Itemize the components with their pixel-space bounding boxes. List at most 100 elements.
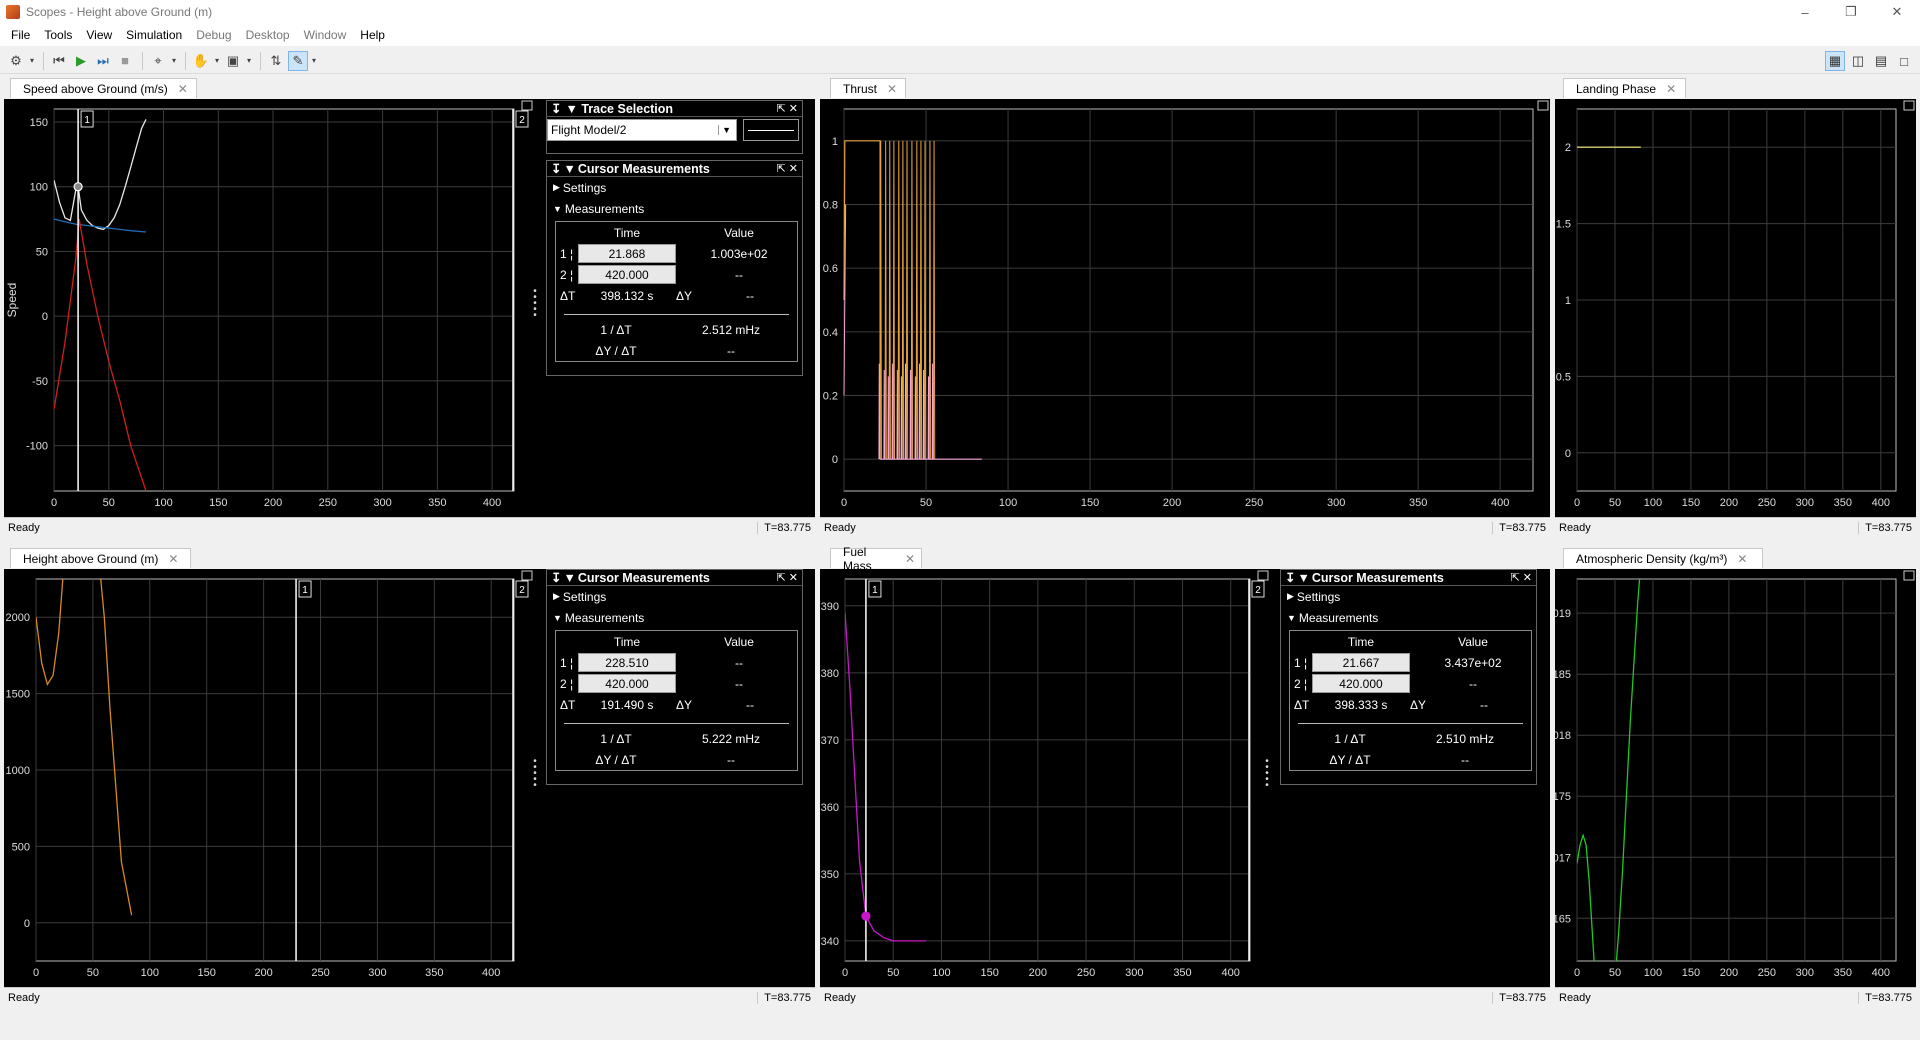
- tab-density[interactable]: Atmospheric Density (kg/m³) ✕: [1563, 548, 1763, 568]
- panel-close-icon[interactable]: ⇱ ✕: [777, 102, 799, 115]
- pin-icon[interactable]: ↧: [551, 161, 561, 176]
- delta-t-label: ΔT: [560, 288, 576, 303]
- collapse-handle-icon[interactable]: • • • • •: [531, 757, 539, 791]
- settings-gear-icon[interactable]: ⚙: [6, 51, 26, 71]
- dropdown-arrow-icon[interactable]: ▾: [170, 51, 178, 71]
- menu-help[interactable]: Help: [353, 28, 392, 42]
- panel-close-icon[interactable]: ⇱ ✕: [777, 571, 799, 584]
- pin-icon[interactable]: ↧: [1285, 570, 1295, 585]
- menu-desktop[interactable]: Desktop: [239, 28, 297, 42]
- dropdown-arrow-icon[interactable]: ▾: [245, 51, 253, 71]
- tab-speed[interactable]: Speed above Ground (m/s) ✕: [10, 78, 197, 98]
- tab-height[interactable]: Height above Ground (m) ✕: [10, 548, 191, 568]
- height-chart[interactable]: 0 50 100 150 200 250 300 350 400 0 500 1000 1500 2000…: [4, 569, 534, 987]
- menu-debug[interactable]: Debug: [189, 28, 238, 42]
- cursor-measurements-icon[interactable]: ✎: [288, 50, 308, 71]
- pan-hand-icon[interactable]: ✋: [191, 51, 211, 71]
- x-tick-label: 0: [842, 967, 848, 979]
- collapse-handle-icon[interactable]: • • • • •: [1263, 757, 1271, 791]
- measurements-section[interactable]: ▼ Measurements: [547, 607, 802, 628]
- panel-close-icon[interactable]: ⇱ ✕: [1511, 571, 1533, 584]
- zoom-fit-icon[interactable]: ▣: [223, 51, 243, 71]
- y-tick-label: -50: [32, 376, 48, 388]
- settings-section[interactable]: ▶ Settings: [547, 177, 802, 198]
- landing-phase-chart[interactable]: 0 50 100 150 200 250 300 350 400 0 0.5 1 1.5 2: [1555, 99, 1916, 517]
- measurements-label: Measurements: [564, 201, 645, 216]
- step-back-icon[interactable]: ⏮: [49, 51, 69, 71]
- collapse-arrow-icon[interactable]: ▼: [563, 162, 575, 176]
- tab-thrust[interactable]: Thrust ✕: [830, 78, 906, 98]
- menu-window[interactable]: Window: [297, 28, 354, 42]
- menu-tools[interactable]: Tools: [37, 28, 79, 42]
- collapse-arrow-icon: ▼: [553, 612, 562, 623]
- y-tick-label: 0: [42, 311, 48, 323]
- col-time-header: Time: [1347, 634, 1375, 649]
- close-tab-icon[interactable]: ✕: [1666, 82, 1676, 96]
- layout-columns-icon[interactable]: ◫: [1848, 51, 1868, 71]
- ratio-row: ΔY / ΔT --: [556, 340, 797, 361]
- stop-icon[interactable]: ■: [115, 51, 135, 71]
- thrust-panel: 0 50 100 150 200 250 300 350 400 0 0.2 0.4 0.6 0.8 1: [820, 99, 1550, 517]
- close-tab-icon[interactable]: ✕: [178, 82, 188, 96]
- chevron-down-icon[interactable]: ▼: [718, 125, 734, 135]
- step-forward-icon[interactable]: ⏭: [93, 51, 113, 71]
- close-tab-icon[interactable]: ✕: [887, 82, 897, 96]
- y-tick-label: 390: [821, 601, 839, 613]
- menu-view[interactable]: View: [79, 28, 119, 42]
- close-tab-icon[interactable]: ✕: [168, 552, 178, 566]
- x-tick-label: 150: [209, 497, 227, 509]
- dropdown-arrow-icon[interactable]: ▾: [28, 51, 36, 71]
- x-tick-label: 300: [1796, 497, 1814, 509]
- cursor1-time-input[interactable]: 21.868: [578, 244, 676, 263]
- trace-select-dropdown[interactable]: Flight Model/2 ▼: [547, 119, 737, 141]
- settings-section[interactable]: ▶ Settings: [547, 586, 802, 607]
- cursor2-time-input[interactable]: 420.000: [578, 265, 676, 284]
- y-tick-label: 0: [832, 454, 838, 466]
- speed-chart[interactable]: 0 50 100 150 200 250 300 350 400 -100 -50 0 50 100 150…: [4, 99, 534, 517]
- collapse-handle-icon[interactable]: • • • • •: [531, 287, 539, 321]
- cursor1-time-input[interactable]: 21.667: [1312, 653, 1410, 672]
- y-tick-label: 0.8: [823, 200, 838, 212]
- run-icon[interactable]: ▶: [71, 51, 91, 71]
- highlight-block-icon[interactable]: ⌖: [148, 51, 168, 71]
- status-time: T=83.775: [757, 521, 811, 534]
- dropdown-arrow-icon[interactable]: ▾: [310, 51, 318, 71]
- tab-speed-label: Speed above Ground (m/s): [23, 81, 168, 96]
- tab-landing-phase[interactable]: Landing Phase ✕: [1563, 78, 1686, 98]
- fuel-mass-chart[interactable]: 0 50 100 150 200 250 300 350 400 340 350 360 370 380 3…: [820, 569, 1270, 987]
- cursor2-time-input[interactable]: 420.000: [1312, 674, 1410, 693]
- thrust-chart[interactable]: 0 50 100 150 200 250 300 350 400 0 0.2 0.4 0.6 0.8 1: [820, 99, 1550, 517]
- triggers-icon[interactable]: ⇅: [266, 51, 286, 71]
- plot-area: [843, 108, 1534, 492]
- close-tab-icon[interactable]: ✕: [905, 552, 915, 566]
- status-bar-fuel: Ready T=83.775: [820, 987, 1550, 1007]
- line-style-swatch[interactable]: [743, 119, 799, 141]
- collapse-arrow-icon[interactable]: ▼: [1297, 571, 1309, 585]
- panel-close-icon[interactable]: ⇱ ✕: [777, 162, 799, 175]
- tab-fuel-mass[interactable]: Fuel Mass ✕: [830, 545, 922, 573]
- inverse-delta-value: 2.512 mHz: [701, 322, 761, 337]
- measurements-section[interactable]: ▼ Measurements: [547, 198, 802, 219]
- undock-icon: [1257, 570, 1269, 581]
- measurements-section[interactable]: ▼ Measurements: [1281, 607, 1536, 628]
- ratio-label: ΔY / ΔT: [595, 752, 637, 767]
- status-time: T=83.775: [757, 991, 811, 1004]
- close-icon[interactable]: ✕: [1874, 0, 1920, 24]
- layout-rows-icon[interactable]: ▤: [1871, 51, 1891, 71]
- collapse-arrow-icon[interactable]: ▼: [563, 571, 575, 585]
- pin-icon[interactable]: ↧: [551, 570, 561, 585]
- menu-simulation[interactable]: Simulation: [119, 28, 189, 42]
- cursor2-time-input[interactable]: 420.000: [578, 674, 676, 693]
- cursor1-time-input[interactable]: 228.510: [578, 653, 676, 672]
- close-tab-icon[interactable]: ✕: [1737, 552, 1747, 566]
- restore-icon[interactable]: ❐: [1828, 0, 1874, 24]
- settings-section[interactable]: ▶ Settings: [1281, 586, 1536, 607]
- layout-single-icon[interactable]: □: [1894, 51, 1914, 71]
- layout-grid-icon[interactable]: ▦: [1825, 51, 1845, 71]
- minimize-icon[interactable]: –: [1782, 0, 1828, 24]
- pin-icon[interactable]: ↧: [551, 101, 561, 116]
- cursor-measurements-fuel: ↧ ▼ Cursor Measurements ⇱ ✕ ▶ Settings ▼ Me…: [1280, 569, 1537, 785]
- density-chart[interactable]: 0 50 100 150 200 250 300 350 400 0.0165 0.017 0.017…: [1537, 569, 1916, 987]
- menu-file[interactable]: File: [4, 28, 37, 42]
- dropdown-arrow-icon[interactable]: ▾: [213, 51, 221, 71]
